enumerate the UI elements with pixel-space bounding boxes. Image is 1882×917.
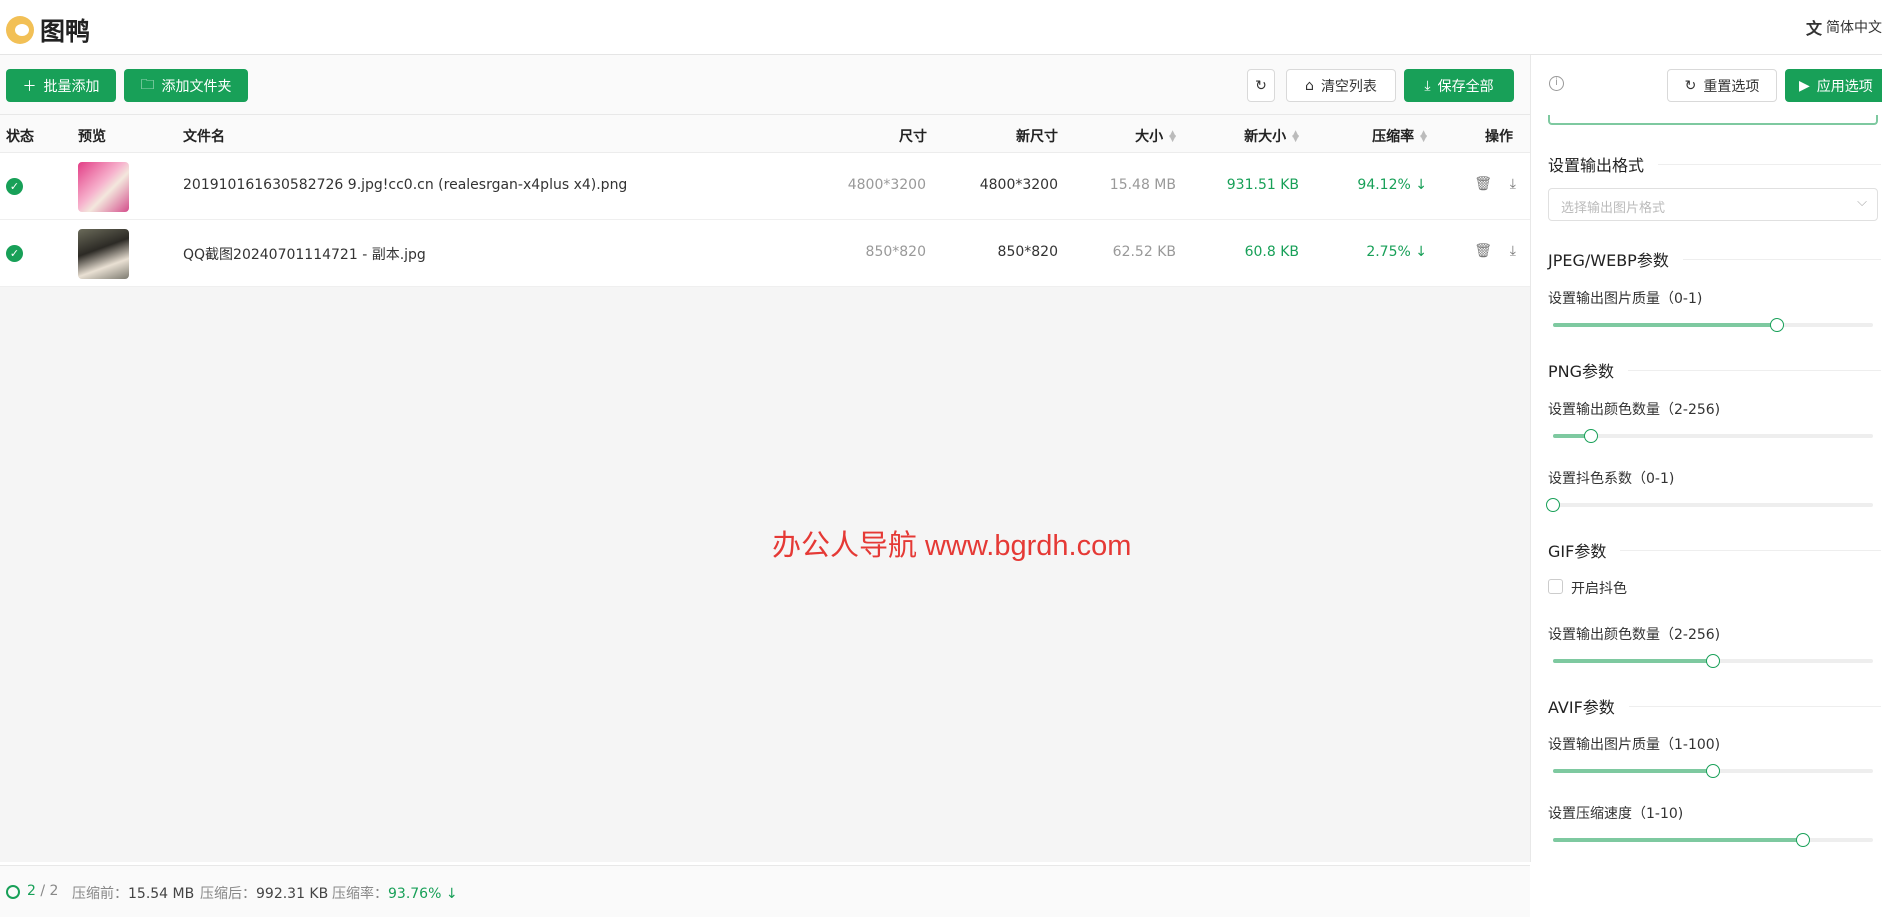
- options-panel: i ↻ 重置选项 ▶ 应用选项 设置输出格式 选择输出图片格式 ⌵ JPEG/W…: [1530, 55, 1882, 862]
- reset-options-button[interactable]: ↻ 重置选项: [1667, 69, 1777, 102]
- table-row: ✓ QQ截图20240701114721 - 副本.jpg 850*820 85…: [0, 220, 1530, 287]
- folder-icon: 🗀: [140, 76, 155, 93]
- png-dither-label: 设置抖色系数（0-1): [1548, 471, 1675, 487]
- plus-icon: ＋: [22, 78, 37, 95]
- clear-list-button[interactable]: ⌂ 清空列表: [1286, 69, 1396, 102]
- header-new-size[interactable]: 新大小 ▲ ▼: [1244, 126, 1299, 146]
- new-dimensions: 850*820: [997, 244, 1058, 260]
- original-size: 15.48 MB: [1109, 177, 1176, 193]
- section-jpeg-webp: JPEG/WEBP参数: [1548, 247, 1881, 271]
- avif-quality-slider[interactable]: [1553, 764, 1873, 778]
- download-icon[interactable]: ⤓: [1510, 176, 1516, 192]
- top-bar: 图鸭 文 简体中文: [0, 0, 1882, 55]
- header-compression-rate[interactable]: 压缩率 ▲ ▼: [1372, 126, 1427, 146]
- progress-count: 2 / 2: [27, 883, 59, 899]
- header-actions: 操作: [1485, 129, 1513, 145]
- chevron-down-icon: ⌵: [1857, 195, 1867, 210]
- output-format-select[interactable]: 选择输出图片格式 ⌵: [1548, 188, 1878, 221]
- gif-dither-label: 开启抖色: [1571, 581, 1627, 597]
- play-icon: ▶: [1799, 77, 1810, 94]
- png-colors-slider[interactable]: [1553, 429, 1873, 443]
- header-size[interactable]: 大小 ▲ ▼: [1135, 126, 1176, 146]
- add-folder-button[interactable]: 🗀 添加文件夹: [124, 69, 248, 102]
- status-footer: 2 / 2 压缩前：15.54 MB 压缩后：992.31 KB 压缩率：93.…: [0, 865, 1530, 917]
- panel-toolbar: i ↻ 重置选项 ▶ 应用选项: [1531, 55, 1882, 115]
- delete-icon[interactable]: 🗑: [1474, 243, 1492, 259]
- language-switch[interactable]: 文 简体中文: [1806, 15, 1882, 39]
- total-rate: 压缩率：93.76% ↓: [332, 886, 458, 902]
- table-header: 状态 预览 文件名 尺寸 新尺寸 大小 ▲ ▼ 新大小 ▲ ▼ 压缩率 ▲ ▼ 操作: [0, 115, 1530, 153]
- compression-rate: 2.75% ↓: [1366, 244, 1427, 260]
- sort-icon: ▲ ▼: [1420, 129, 1427, 144]
- sort-icon: ▲ ▼: [1292, 129, 1299, 144]
- original-dimensions: 4800*3200: [847, 177, 926, 193]
- section-avif: AVIF参数: [1548, 694, 1881, 718]
- previous-field-edge: [1548, 115, 1878, 125]
- original-dimensions: 850*820: [865, 244, 926, 260]
- slider-handle[interactable]: [1546, 498, 1560, 512]
- header-filename: 文件名: [183, 129, 225, 145]
- refresh-icon: ↻: [1255, 77, 1267, 94]
- success-check-icon: ✓: [6, 178, 23, 195]
- download-icon: ⤓: [1424, 77, 1431, 94]
- compression-rate: 94.12% ↓: [1357, 177, 1427, 193]
- info-icon[interactable]: i: [1549, 76, 1564, 91]
- main-area: ＋ 批量添加 🗀 添加文件夹 ↻ ⌂ 清空列表 ⤓ 保存全部 状态 预览 文件名…: [0, 55, 1530, 917]
- new-dimensions: 4800*3200: [979, 177, 1058, 193]
- gif-colors-label: 设置输出颜色数量（2-256): [1548, 627, 1721, 643]
- jpeg-quality-slider[interactable]: [1553, 318, 1873, 332]
- original-size: 62.52 KB: [1112, 244, 1176, 260]
- new-size: 60.8 KB: [1244, 244, 1299, 260]
- slider-handle[interactable]: [1795, 833, 1810, 847]
- batch-add-button[interactable]: ＋ 批量添加: [6, 69, 116, 102]
- broom-icon: ⌂: [1305, 77, 1314, 94]
- gif-colors-slider[interactable]: [1553, 654, 1873, 668]
- avif-quality-label: 设置输出图片质量（1-100): [1548, 737, 1721, 753]
- gif-dither-checkbox[interactable]: [1548, 579, 1563, 594]
- image-thumbnail[interactable]: [78, 162, 129, 212]
- section-png: PNG参数: [1548, 358, 1881, 382]
- watermark-text: 办公人导航 www.bgrdh.com: [772, 530, 1132, 562]
- table-row: ✓ 201910161630582726 9.jpg!cc0.cn (reale…: [0, 153, 1530, 220]
- png-colors-label: 设置输出颜色数量（2-256): [1548, 402, 1721, 418]
- translate-icon: 文: [1805, 19, 1822, 38]
- sort-icon: ▲ ▼: [1169, 129, 1176, 144]
- download-icon[interactable]: ⤓: [1510, 243, 1516, 259]
- reset-icon: ↻: [1684, 77, 1697, 94]
- slider-handle[interactable]: [1584, 429, 1599, 443]
- delete-icon[interactable]: 🗑: [1474, 176, 1492, 192]
- file-table: 状态 预览 文件名 尺寸 新尺寸 大小 ▲ ▼ 新大小 ▲ ▼ 压缩率 ▲ ▼ 操作 ✓ 2…: [0, 115, 1530, 287]
- progress-ring-icon: [6, 885, 20, 899]
- new-size: 931.51 KB: [1226, 177, 1299, 193]
- app-name: 图鸭: [40, 17, 91, 46]
- refresh-button[interactable]: ↻: [1247, 69, 1275, 102]
- file-name: 201910161630582726 9.jpg!cc0.cn (realesr…: [183, 177, 628, 193]
- slider-handle[interactable]: [1770, 318, 1784, 332]
- slider-handle[interactable]: [1706, 654, 1720, 668]
- header-new-dimensions: 新尺寸: [1016, 129, 1058, 145]
- language-label: 简体中文: [1826, 20, 1882, 36]
- toolbar: ＋ 批量添加 🗀 添加文件夹 ↻ ⌂ 清空列表 ⤓ 保存全部: [0, 55, 1530, 115]
- duck-logo-icon: [6, 16, 34, 44]
- jpeg-quality-label: 设置输出图片质量（0-1): [1548, 291, 1703, 307]
- header-preview: 预览: [78, 129, 106, 145]
- header-status: 状态: [6, 129, 34, 145]
- size-after: 压缩后：992.31 KB: [200, 886, 329, 902]
- slider-handle[interactable]: [1706, 764, 1720, 778]
- save-all-button[interactable]: ⤓ 保存全部: [1404, 69, 1514, 102]
- app-logo: 图鸭: [6, 12, 90, 48]
- success-check-icon: ✓: [6, 245, 23, 262]
- size-before: 压缩前：15.54 MB: [72, 886, 195, 902]
- section-output-format: 设置输出格式: [1548, 152, 1881, 176]
- header-dimensions: 尺寸: [899, 129, 927, 145]
- avif-speed-label: 设置压缩速度（1-10): [1548, 806, 1684, 822]
- image-thumbnail[interactable]: [78, 229, 129, 279]
- apply-options-button[interactable]: ▶ 应用选项: [1785, 69, 1882, 102]
- file-name: QQ截图20240701114721 - 副本.jpg: [183, 247, 426, 263]
- avif-speed-slider[interactable]: [1553, 833, 1873, 847]
- section-gif: GIF参数: [1548, 538, 1881, 562]
- png-dither-slider[interactable]: [1546, 498, 1873, 512]
